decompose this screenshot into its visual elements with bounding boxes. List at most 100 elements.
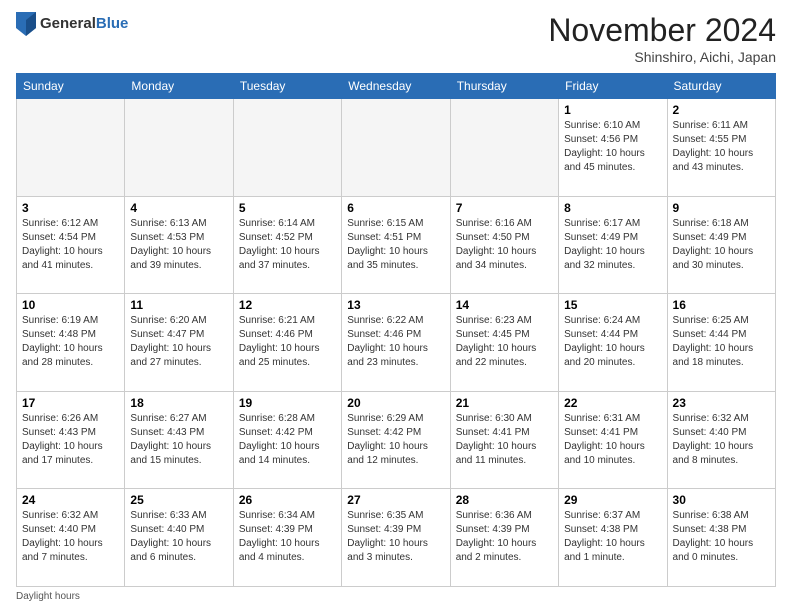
day-info: Sunrise: 6:34 AM Sunset: 4:39 PM Dayligh… [239, 509, 336, 565]
day-info: Sunrise: 6:27 AM Sunset: 4:43 PM Dayligh… [130, 412, 227, 468]
calendar-week-3: 10 Sunrise: 6:19 AM Sunset: 4:48 PM Dayli… [17, 294, 776, 392]
calendar-cell: 30 Sunrise: 6:38 AM Sunset: 4:38 PM Dayli… [667, 489, 775, 587]
calendar-cell: 13Sunrise: 6:22 AM Sunset: 4:46 PM Dayli… [342, 294, 450, 392]
calendar-header-tuesday: Tuesday [233, 74, 341, 99]
day-number: 26 [239, 493, 336, 507]
calendar-cell: 17 Sunrise: 6:26 AM Sunset: 4:43 PM Dayli… [17, 391, 125, 489]
day-info: Sunrise: 6:24 AM Sunset: 4:44 PM Dayligh… [564, 314, 661, 370]
day-info: Sunrise: 6:14 AM Sunset: 4:52 PM Dayligh… [239, 217, 336, 273]
calendar-cell: 29 Sunrise: 6:37 AM Sunset: 4:38 PM Dayli… [559, 489, 667, 587]
day-number: 5 [239, 201, 336, 215]
generalblue-logo-icon [16, 12, 36, 36]
day-number: 1 [564, 103, 661, 117]
day-number: 9 [673, 201, 770, 215]
day-number: 3 [22, 201, 119, 215]
day-number: 25 [130, 493, 227, 507]
calendar-cell: 25Sunrise: 6:33 AM Sunset: 4:40 PM Dayli… [125, 489, 233, 587]
calendar-cell [450, 99, 558, 197]
calendar-cell: 5 Sunrise: 6:14 AM Sunset: 4:52 PM Daylig… [233, 196, 341, 294]
calendar-cell: 19 Sunrise: 6:28 AM Sunset: 4:42 PM Dayli… [233, 391, 341, 489]
day-number: 12 [239, 298, 336, 312]
day-info: Sunrise: 6:23 AM Sunset: 4:45 PM Dayligh… [456, 314, 553, 370]
logo-blue: Blue [96, 15, 129, 32]
calendar-cell: 27 Sunrise: 6:35 AM Sunset: 4:39 PM Dayli… [342, 489, 450, 587]
calendar-cell: 11Sunrise: 6:20 AM Sunset: 4:47 PM Dayli… [125, 294, 233, 392]
calendar-week-2: 3 Sunrise: 6:12 AM Sunset: 4:54 PM Daylig… [17, 196, 776, 294]
header: GeneralBlue November 2024 Shinshiro, Aic… [16, 12, 776, 65]
day-info: Sunrise: 6:31 AM Sunset: 4:41 PM Dayligh… [564, 412, 661, 468]
day-number: 20 [347, 396, 444, 410]
calendar-cell: 22Sunrise: 6:31 AM Sunset: 4:41 PM Dayli… [559, 391, 667, 489]
day-info: Sunrise: 6:21 AM Sunset: 4:46 PM Dayligh… [239, 314, 336, 370]
day-info: Sunrise: 6:18 AM Sunset: 4:49 PM Dayligh… [673, 217, 770, 273]
day-number: 16 [673, 298, 770, 312]
day-number: 30 [673, 493, 770, 507]
day-info: Sunrise: 6:22 AM Sunset: 4:46 PM Dayligh… [347, 314, 444, 370]
day-number: 7 [456, 201, 553, 215]
day-number: 29 [564, 493, 661, 507]
calendar-cell: 4Sunrise: 6:13 AM Sunset: 4:53 PM Daylig… [125, 196, 233, 294]
calendar-week-4: 17 Sunrise: 6:26 AM Sunset: 4:43 PM Dayli… [17, 391, 776, 489]
day-info: Sunrise: 6:16 AM Sunset: 4:50 PM Dayligh… [456, 217, 553, 273]
day-info: Sunrise: 6:35 AM Sunset: 4:39 PM Dayligh… [347, 509, 444, 565]
calendar-cell: 3 Sunrise: 6:12 AM Sunset: 4:54 PM Daylig… [17, 196, 125, 294]
calendar-cell: 18Sunrise: 6:27 AM Sunset: 4:43 PM Dayli… [125, 391, 233, 489]
day-info: Sunrise: 6:10 AM Sunset: 4:56 PM Dayligh… [564, 119, 661, 175]
calendar: SundayMondayTuesdayWednesdayThursdayFrid… [16, 73, 776, 587]
day-info: Sunrise: 6:19 AM Sunset: 4:48 PM Dayligh… [22, 314, 119, 370]
day-info: Sunrise: 6:36 AM Sunset: 4:39 PM Dayligh… [456, 509, 553, 565]
calendar-cell: 6 Sunrise: 6:15 AM Sunset: 4:51 PM Daylig… [342, 196, 450, 294]
calendar-cell [125, 99, 233, 197]
day-info: Sunrise: 6:12 AM Sunset: 4:54 PM Dayligh… [22, 217, 119, 273]
calendar-cell: 24Sunrise: 6:32 AM Sunset: 4:40 PM Dayli… [17, 489, 125, 587]
day-number: 2 [673, 103, 770, 117]
day-number: 23 [673, 396, 770, 410]
calendar-cell: 9 Sunrise: 6:18 AM Sunset: 4:49 PM Daylig… [667, 196, 775, 294]
day-info: Sunrise: 6:28 AM Sunset: 4:42 PM Dayligh… [239, 412, 336, 468]
page: GeneralBlue November 2024 Shinshiro, Aic… [0, 0, 792, 612]
calendar-header-saturday: Saturday [667, 74, 775, 99]
calendar-header-friday: Friday [559, 74, 667, 99]
calendar-cell: 1 Sunrise: 6:10 AM Sunset: 4:56 PM Daylig… [559, 99, 667, 197]
day-number: 14 [456, 298, 553, 312]
day-number: 17 [22, 396, 119, 410]
day-info: Sunrise: 6:32 AM Sunset: 4:40 PM Dayligh… [22, 509, 119, 565]
day-info: Sunrise: 6:38 AM Sunset: 4:38 PM Dayligh… [673, 509, 770, 565]
calendar-header-wednesday: Wednesday [342, 74, 450, 99]
logo-text: GeneralBlue [40, 15, 128, 33]
calendar-cell: 23 Sunrise: 6:32 AM Sunset: 4:40 PM Dayli… [667, 391, 775, 489]
day-number: 8 [564, 201, 661, 215]
title-block: November 2024 Shinshiro, Aichi, Japan [548, 12, 776, 65]
calendar-cell: 28Sunrise: 6:36 AM Sunset: 4:39 PM Dayli… [450, 489, 558, 587]
footer: Daylight hours [16, 591, 776, 602]
calendar-header-sunday: Sunday [17, 74, 125, 99]
logo: GeneralBlue [16, 12, 128, 36]
day-info: Sunrise: 6:29 AM Sunset: 4:42 PM Dayligh… [347, 412, 444, 468]
calendar-cell: 20 Sunrise: 6:29 AM Sunset: 4:42 PM Dayli… [342, 391, 450, 489]
daylight-hours-label: Daylight hours [16, 591, 80, 602]
day-info: Sunrise: 6:37 AM Sunset: 4:38 PM Dayligh… [564, 509, 661, 565]
day-info: Sunrise: 6:17 AM Sunset: 4:49 PM Dayligh… [564, 217, 661, 273]
calendar-header-monday: Monday [125, 74, 233, 99]
calendar-cell: 26 Sunrise: 6:34 AM Sunset: 4:39 PM Dayli… [233, 489, 341, 587]
day-info: Sunrise: 6:25 AM Sunset: 4:44 PM Dayligh… [673, 314, 770, 370]
day-number: 10 [22, 298, 119, 312]
calendar-header-thursday: Thursday [450, 74, 558, 99]
day-number: 6 [347, 201, 444, 215]
day-info: Sunrise: 6:26 AM Sunset: 4:43 PM Dayligh… [22, 412, 119, 468]
calendar-cell [342, 99, 450, 197]
calendar-cell: 14 Sunrise: 6:23 AM Sunset: 4:45 PM Dayli… [450, 294, 558, 392]
calendar-cell: 2 Sunrise: 6:11 AM Sunset: 4:55 PM Daylig… [667, 99, 775, 197]
day-info: Sunrise: 6:32 AM Sunset: 4:40 PM Dayligh… [673, 412, 770, 468]
calendar-cell [233, 99, 341, 197]
day-number: 15 [564, 298, 661, 312]
calendar-cell: 12 Sunrise: 6:21 AM Sunset: 4:46 PM Dayli… [233, 294, 341, 392]
day-info: Sunrise: 6:15 AM Sunset: 4:51 PM Dayligh… [347, 217, 444, 273]
calendar-cell [17, 99, 125, 197]
month-title: November 2024 [548, 12, 776, 49]
day-number: 27 [347, 493, 444, 507]
day-info: Sunrise: 6:11 AM Sunset: 4:55 PM Dayligh… [673, 119, 770, 175]
day-number: 19 [239, 396, 336, 410]
calendar-cell: 16 Sunrise: 6:25 AM Sunset: 4:44 PM Dayli… [667, 294, 775, 392]
calendar-cell: 8 Sunrise: 6:17 AM Sunset: 4:49 PM Daylig… [559, 196, 667, 294]
